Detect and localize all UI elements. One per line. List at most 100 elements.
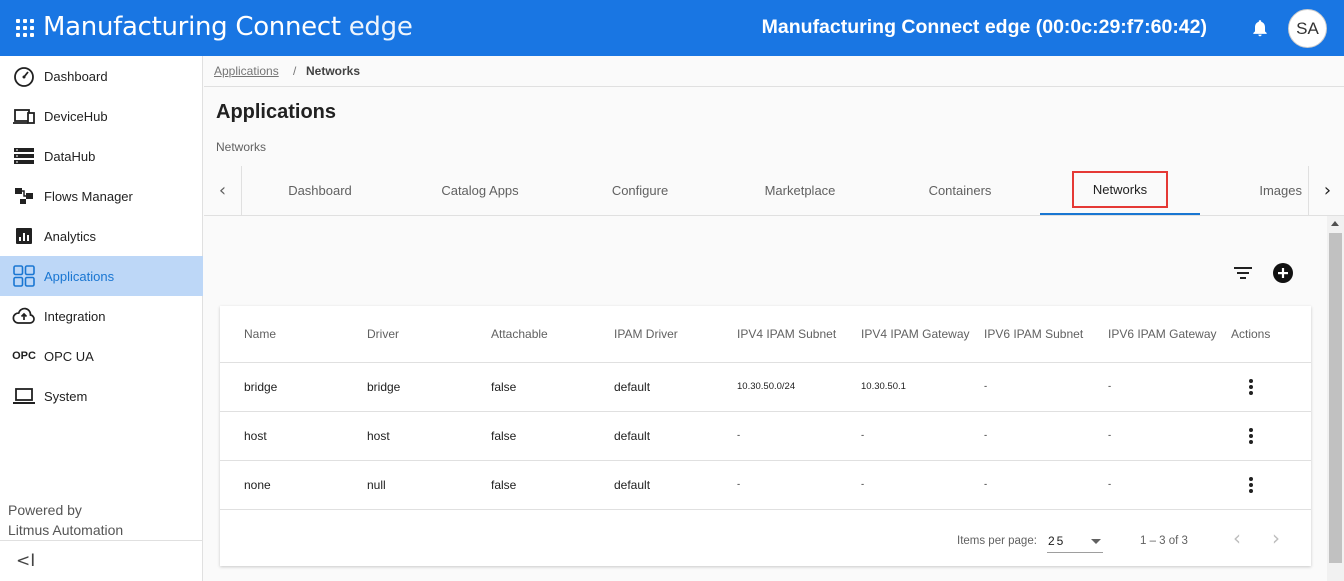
- cell-driver: bridge: [367, 380, 401, 394]
- items-per-page-select[interactable]: 25: [1047, 531, 1103, 553]
- brand-suffix: edge: [348, 12, 413, 42]
- page-range-label: 1 – 3 of 3: [1140, 535, 1188, 547]
- dropdown-caret-icon: [1091, 539, 1101, 544]
- tab-marketplace[interactable]: Marketplace: [720, 166, 880, 215]
- sidebar-item-dashboard[interactable]: Dashboard: [0, 56, 203, 96]
- powered-by-line2: Litmus Automation: [8, 522, 124, 538]
- sidebar-item-label: DeviceHub: [44, 108, 108, 124]
- filter-icon[interactable]: [1233, 264, 1253, 282]
- brand-main: Manufacturing Connect: [43, 12, 341, 42]
- tab-networks[interactable]: Networks: [1040, 166, 1200, 215]
- user-avatar[interactable]: SA: [1288, 9, 1327, 48]
- storage-icon: [12, 144, 36, 168]
- cell-ipv4-subnet: 10.30.50.0/24: [737, 381, 796, 392]
- table-header: Name Driver Attachable IPAM Driver IPV4 …: [220, 306, 1311, 363]
- notifications-bell-icon[interactable]: [1250, 18, 1270, 38]
- sidebar-item-analytics[interactable]: Analytics: [0, 216, 203, 256]
- sidebar-item-opc-ua[interactable]: OPC OPC UA: [0, 336, 203, 376]
- cloud-upload-icon: [12, 304, 36, 328]
- apps-launcher-icon[interactable]: [16, 19, 34, 37]
- column-header-driver[interactable]: Driver: [367, 327, 399, 341]
- table-row: none null false default - - - -: [220, 461, 1311, 510]
- cell-ipv6-subnet: -: [984, 479, 988, 490]
- powered-by-line1: Powered by: [8, 502, 82, 518]
- cell-attachable: false: [491, 478, 517, 492]
- sidebar-item-label: DataHub: [44, 148, 96, 164]
- sidebar-item-applications[interactable]: Applications: [0, 256, 203, 296]
- sidebar: Dashboard DeviceHub DataHub Flows Manage…: [0, 56, 203, 581]
- breadcrumb-separator: /: [293, 64, 297, 78]
- scroll-up-arrow-icon[interactable]: [1331, 221, 1339, 226]
- row-actions-menu-icon[interactable]: [1244, 475, 1258, 495]
- cell-ipv6-gateway: -: [1108, 430, 1112, 441]
- column-header-ipv4-subnet[interactable]: IPV4 IPAM Subnet: [737, 327, 836, 341]
- sidebar-item-label: Dashboard: [44, 68, 108, 84]
- cell-attachable: false: [491, 429, 517, 443]
- tab-networks-label: Networks: [1071, 171, 1169, 208]
- column-header-ipv4-gateway[interactable]: IPV4 IPAM Gateway: [861, 327, 970, 341]
- cell-ipv6-subnet: -: [984, 430, 988, 441]
- cell-ipv4-gateway: -: [861, 479, 865, 490]
- column-header-ipam-driver[interactable]: IPAM Driver: [614, 327, 678, 341]
- tab-images[interactable]: Images: [1200, 166, 1308, 215]
- cell-name: bridge: [244, 380, 278, 394]
- opc-icon: OPC: [12, 350, 36, 362]
- flow-icon: [12, 184, 36, 208]
- page-subtitle: Networks: [216, 140, 267, 154]
- cell-ipv4-gateway: 10.30.50.1: [861, 381, 906, 392]
- cell-ipam-driver: default: [614, 478, 651, 492]
- row-actions-menu-icon[interactable]: [1244, 426, 1258, 446]
- cell-name: host: [244, 429, 267, 443]
- row-actions-menu-icon[interactable]: [1244, 377, 1258, 397]
- column-header-ipv6-gateway[interactable]: IPV6 IPAM Gateway: [1108, 327, 1217, 341]
- sidebar-item-label: Flows Manager: [44, 188, 133, 204]
- cell-name: none: [244, 478, 271, 492]
- table-row: bridge bridge false default 10.30.50.0/2…: [220, 363, 1311, 412]
- sidebar-item-label: System: [44, 388, 88, 404]
- cell-ipv6-gateway: -: [1108, 479, 1112, 490]
- add-network-icon[interactable]: [1272, 262, 1294, 284]
- column-header-actions: Actions: [1231, 327, 1271, 341]
- next-page-button[interactable]: ›: [1264, 526, 1288, 550]
- tab-dashboard[interactable]: Dashboard: [240, 166, 400, 215]
- apps-grid-icon: [12, 264, 36, 288]
- speedometer-icon: [12, 64, 36, 88]
- sidebar-item-flows-manager[interactable]: Flows Manager: [0, 176, 203, 216]
- top-app-bar: Manufacturing Connect edge Manufacturing…: [0, 0, 1344, 56]
- sidebar-item-system[interactable]: System: [0, 376, 203, 416]
- column-header-attachable[interactable]: Attachable: [491, 327, 548, 341]
- tab-catalog-apps[interactable]: Catalog Apps: [400, 166, 560, 215]
- laptop-icon: [12, 384, 36, 408]
- brand-title: Manufacturing Connect edge: [43, 12, 413, 42]
- tab-configure[interactable]: Configure: [560, 166, 720, 215]
- collapse-sidebar-button[interactable]: <I: [0, 540, 203, 581]
- breadcrumb-link-applications[interactable]: Applications: [214, 64, 279, 78]
- breadcrumb-current: Networks: [306, 64, 361, 78]
- breadcrumb: Applications / Networks: [204, 56, 1344, 87]
- column-header-name[interactable]: Name: [244, 327, 276, 341]
- cell-ipam-driver: default: [614, 429, 651, 443]
- table-row: host host false default - - - -: [220, 412, 1311, 461]
- cell-driver: host: [367, 429, 390, 443]
- tab-bar: ‹ Dashboard Catalog Apps Configure Marke…: [204, 166, 1344, 216]
- column-header-ipv6-subnet[interactable]: IPV6 IPAM Subnet: [984, 327, 1083, 341]
- scrollbar-thumb[interactable]: [1329, 233, 1342, 563]
- sidebar-item-datahub[interactable]: DataHub: [0, 136, 203, 176]
- tab-scroll-left-button[interactable]: ‹: [204, 166, 242, 215]
- sidebar-item-integration[interactable]: Integration: [0, 296, 203, 336]
- networks-table-card: Name Driver Attachable IPAM Driver IPV4 …: [220, 306, 1311, 566]
- page-title: Applications: [216, 101, 337, 123]
- tab-scroll-right-button[interactable]: ›: [1308, 166, 1344, 215]
- cell-driver: null: [367, 478, 386, 492]
- cell-ipv6-gateway: -: [1108, 381, 1112, 392]
- tab-containers[interactable]: Containers: [880, 166, 1040, 215]
- items-per-page-value: 25: [1048, 534, 1066, 548]
- sidebar-item-label: Analytics: [44, 228, 97, 244]
- cell-ipv4-subnet: -: [737, 430, 741, 441]
- sidebar-item-label: Applications: [44, 268, 115, 284]
- previous-page-button[interactable]: ‹: [1225, 526, 1249, 550]
- analytics-icon: [12, 224, 36, 248]
- items-per-page-label: Items per page:: [957, 535, 1037, 547]
- sidebar-item-devicehub[interactable]: DeviceHub: [0, 96, 203, 136]
- cell-attachable: false: [491, 380, 517, 394]
